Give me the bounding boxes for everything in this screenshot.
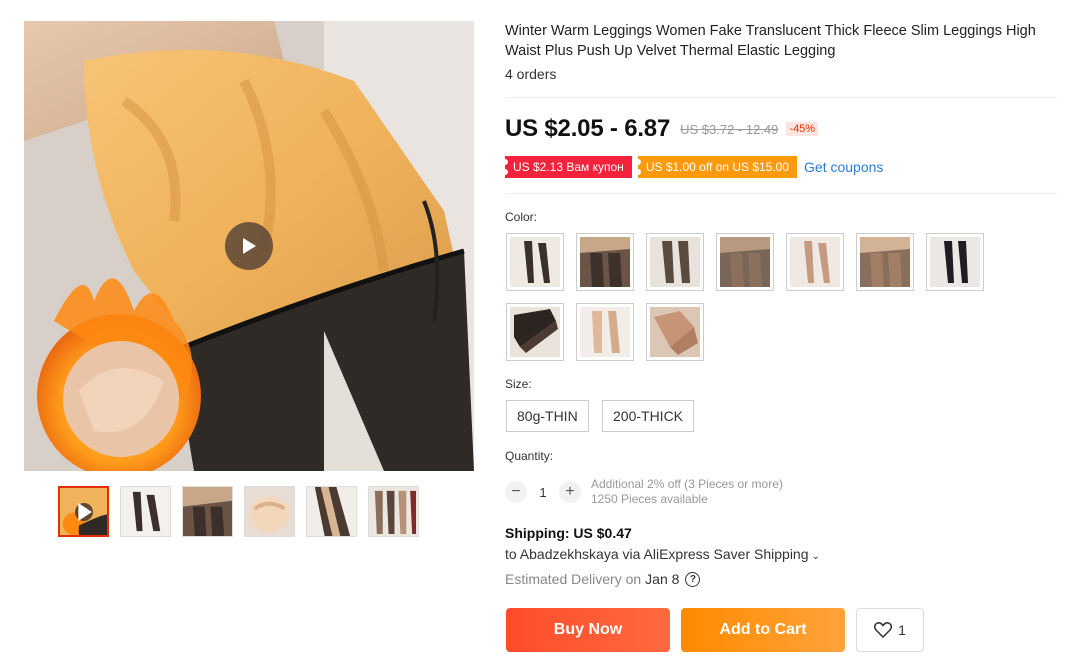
wishlist-button[interactable]: 1 (856, 608, 924, 652)
store-coupon[interactable]: US $2.13 Вам купон (502, 156, 632, 178)
thumbnail-4[interactable] (244, 486, 295, 537)
color-swatch-7[interactable] (926, 233, 984, 291)
select-coupon[interactable]: US $1.00 off on US $15.00 (634, 156, 798, 178)
buy-now-button[interactable]: Buy Now (506, 608, 670, 652)
help-icon[interactable]: ? (685, 571, 701, 587)
get-coupons-link[interactable]: Get coupons (804, 159, 883, 175)
size-option-thin[interactable]: 80g-THIN (506, 400, 589, 432)
color-swatch-8[interactable] (506, 303, 564, 361)
play-icon (243, 238, 256, 254)
shipping-destination-text: to Abadzekhskaya via AliExpress Saver Sh… (505, 546, 809, 562)
increase-quantity-button[interactable]: + (559, 481, 581, 503)
quantity-value[interactable]: 1 (527, 485, 559, 500)
divider (505, 97, 1057, 98)
play-icon (75, 503, 93, 521)
thumbnail-image (121, 487, 170, 536)
thumbnail-3[interactable] (182, 486, 233, 537)
thumbnail-2[interactable] (120, 486, 171, 537)
color-swatch-5[interactable] (786, 233, 844, 291)
quantity-stepper: − 1 + Additional 2% off (3 Pieces or mor… (505, 477, 783, 507)
shipping-destination[interactable]: to Abadzekhskaya via AliExpress Saver Sh… (505, 546, 820, 562)
thumbnail-image (307, 487, 356, 536)
current-price: US $2.05 - 6.87 (505, 115, 671, 142)
delivery-label: Estimated Delivery on (505, 571, 642, 587)
thumbnail-image (183, 487, 232, 536)
quantity-label: Quantity: (505, 449, 554, 463)
discount-badge: -45% (786, 122, 819, 136)
decrease-quantity-button[interactable]: − (505, 481, 527, 503)
color-swatch-1[interactable] (506, 233, 564, 291)
product-main-image[interactable] (24, 21, 474, 471)
color-swatch-3[interactable] (646, 233, 704, 291)
size-option-thick[interactable]: 200-THICK (602, 400, 695, 432)
color-swatch-4[interactable] (716, 233, 774, 291)
thumbnail-5[interactable] (306, 486, 357, 537)
product-title: Winter Warm Leggings Women Fake Transluc… (505, 23, 1036, 59)
size-label: Size: (505, 377, 532, 391)
add-to-cart-button[interactable]: Add to Cart (681, 608, 845, 652)
delivery-date: Jan 8 (645, 571, 680, 587)
quantity-note: Additional 2% off (3 Pieces or more) 125… (591, 477, 783, 507)
chevron-down-icon: ⌄ (811, 551, 820, 562)
thumbnail-6[interactable] (368, 486, 419, 537)
color-swatch-6[interactable] (856, 233, 914, 291)
coupon-row: US $2.13 Вам купон US $1.00 off on US $1… (502, 156, 883, 178)
wishlist-count: 1 (898, 622, 906, 638)
color-label: Color: (505, 210, 538, 224)
thumbnail-video[interactable] (58, 486, 109, 537)
heart-icon (874, 622, 893, 638)
color-swatch-10[interactable] (646, 303, 704, 361)
orders-count: 4 orders (505, 66, 557, 82)
divider (505, 193, 1057, 194)
bulk-discount-note: Additional 2% off (3 Pieces or more) (591, 477, 783, 491)
play-video-button[interactable] (225, 222, 273, 270)
price-row: US $2.05 - 6.87 US $3.72 - 12.49 -45% (505, 115, 819, 143)
color-swatch-2[interactable] (576, 233, 634, 291)
stock-available: 1250 Pieces available (591, 492, 708, 506)
original-price: US $3.72 - 12.49 (680, 121, 779, 137)
estimated-delivery: Estimated Delivery on Jan 8 ? (505, 571, 701, 587)
thumbnail-image (245, 487, 294, 536)
color-swatch-9[interactable] (576, 303, 634, 361)
thumbnail-strip (58, 486, 419, 537)
shipping-cost: Shipping: US $0.47 (505, 525, 632, 541)
thumbnail-image (369, 487, 418, 536)
